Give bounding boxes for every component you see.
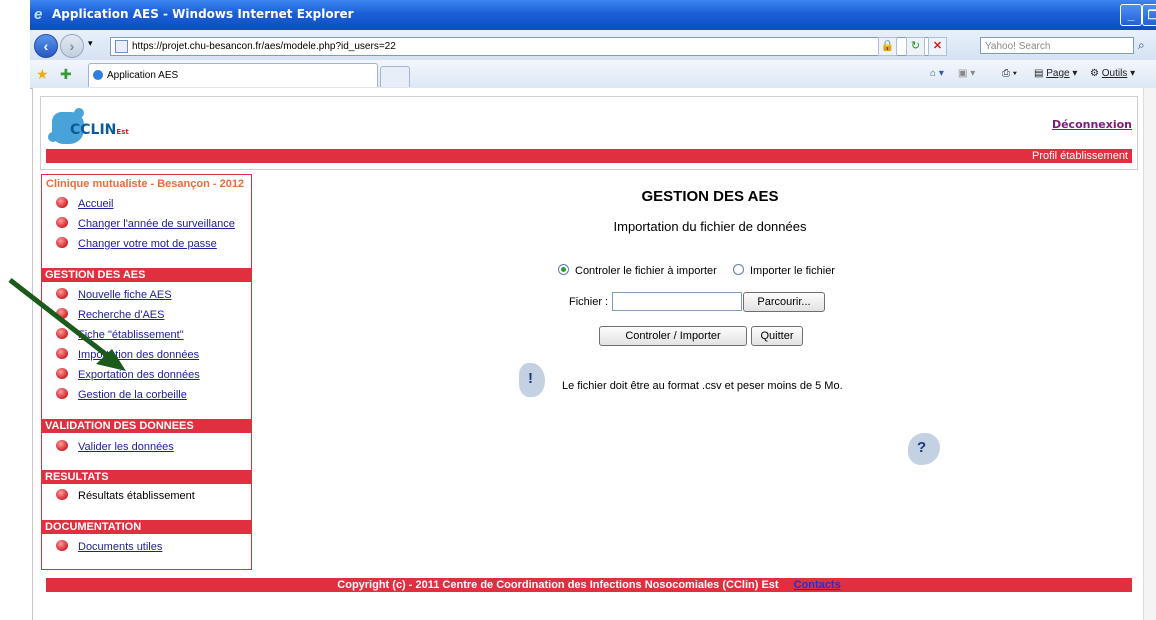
radio-unselected-icon[interactable]	[733, 264, 744, 275]
info-glyph: !	[528, 370, 533, 387]
radio-selected-icon[interactable]	[558, 264, 569, 275]
tab-label: Application AES	[107, 70, 179, 81]
sidebar-item-label[interactable]: Changer l'année de surveillance	[78, 216, 235, 232]
sidebar-item-label[interactable]: Valider les données	[78, 439, 174, 455]
ie-logo-icon: e	[34, 6, 43, 23]
feeds-icon[interactable]: ▣ ▾	[958, 68, 975, 79]
submit-button[interactable]: Controler / Importer	[599, 326, 747, 346]
file-label: Fichier :	[569, 296, 609, 308]
sidebar-title: Clinique mutualiste - Besançon - 2012	[46, 178, 245, 190]
logo-sub: Est	[116, 128, 129, 136]
tab-application-aes[interactable]: Application AES	[88, 63, 378, 87]
home-icon[interactable]: ⌂ ▾	[930, 68, 944, 79]
page-icon	[115, 40, 128, 53]
quit-button[interactable]: Quitter	[751, 326, 803, 346]
radio-label: Controler le fichier à importer	[575, 265, 717, 277]
search-icon[interactable]: ⌕	[1138, 38, 1145, 53]
info-icon: !	[519, 363, 545, 397]
section-heading-documentation: DOCUMENTATION	[42, 520, 252, 534]
minimize-button[interactable]: _	[1120, 4, 1142, 26]
tabs-bar: ★ ✚ Application AES ⌂ ▾ ▣ ▾ ⎙ ▾ ▤ Page ▾…	[30, 60, 1156, 89]
vertical-scrollbar[interactable]	[1143, 88, 1156, 620]
bullet-icon	[56, 197, 68, 208]
radio-label: Importer le fichier	[750, 265, 835, 277]
bullet-icon	[56, 217, 68, 228]
radio-import-file[interactable]: Importer le fichier	[733, 264, 835, 277]
logout-link[interactable]: Déconnexion	[1052, 118, 1132, 131]
logo-wordmark: CCLINEst	[70, 122, 129, 138]
url-text: https://projet.chu-besancon.fr/aes/model…	[132, 41, 396, 52]
bullet-icon	[56, 237, 68, 248]
copyright-text: Copyright (c) - 2011 Centre de Coordinat…	[337, 579, 779, 591]
new-tab-button[interactable]	[380, 66, 410, 87]
sidebar-item-label[interactable]: Documents utiles	[78, 539, 162, 555]
page-footer: Copyright (c) - 2011 Centre de Coordinat…	[46, 578, 1132, 592]
window-titlebar: e Application AES - Windows Internet Exp…	[30, 0, 1156, 30]
contacts-link[interactable]: Contacts	[794, 579, 841, 591]
back-button[interactable]: ‹	[34, 34, 58, 58]
lock-icon[interactable]: 🔒	[878, 37, 897, 56]
print-icon[interactable]: ⎙ ▾	[1002, 68, 1017, 79]
page-title: GESTION DES AES	[641, 188, 779, 205]
file-input[interactable]	[612, 292, 742, 311]
sidebar-item-label[interactable]: Changer votre mot de passe	[78, 236, 217, 252]
forward-button[interactable]: ›	[60, 34, 84, 58]
ie-tab-icon	[93, 70, 103, 80]
add-favorites-icon[interactable]: ✚	[60, 66, 72, 83]
address-bar: ‹ › ▾ https://projet.chu-besancon.fr/aes…	[30, 30, 1156, 61]
bullet-icon	[56, 540, 68, 551]
profile-bar: Profil établissement	[46, 149, 1132, 163]
tools-menu-label: Outils	[1101, 68, 1128, 79]
browse-button[interactable]: Parcourir...	[743, 292, 825, 312]
logo-text: CCLIN	[70, 122, 117, 138]
annotation-arrow	[8, 278, 126, 371]
section-heading-validation: VALIDATION DES DONNEES	[42, 419, 252, 433]
page-subtitle: Importation du fichier de données	[613, 219, 807, 234]
cclin-logo: CCLINEst	[48, 108, 142, 146]
radio-control-file[interactable]: Controler le fichier à importer	[558, 264, 717, 277]
help-glyph: ?	[917, 439, 927, 456]
arrow-shaft	[8, 278, 110, 358]
recent-pages-dropdown-icon[interactable]: ▾	[88, 38, 93, 49]
maximize-button[interactable]: ❐	[1142, 4, 1156, 26]
refresh-icon[interactable]: ↻	[906, 37, 925, 56]
section-heading-results: RESULTATS	[42, 470, 252, 484]
page-menu-label: Page	[1046, 68, 1070, 79]
tools-menu[interactable]: ⚙ Outils ▾	[1090, 68, 1135, 79]
info-message: Le fichier doit être au format .csv et p…	[562, 380, 843, 392]
sidebar-item-label[interactable]: Accueil	[78, 196, 113, 212]
stop-icon[interactable]: ✕	[928, 37, 947, 56]
sidebar-item-label: Résultats établissement	[78, 490, 195, 502]
url-field[interactable]: https://projet.chu-besancon.fr/aes/model…	[110, 37, 946, 56]
bullet-icon	[56, 440, 68, 451]
favorites-star-icon[interactable]: ★	[36, 66, 49, 83]
window-title: Application AES - Windows Internet Explo…	[52, 7, 354, 21]
bullet-icon	[56, 489, 68, 500]
search-input[interactable]: Yahoo! Search	[980, 37, 1134, 54]
page-menu[interactable]: ▤ Page ▾	[1034, 68, 1077, 79]
